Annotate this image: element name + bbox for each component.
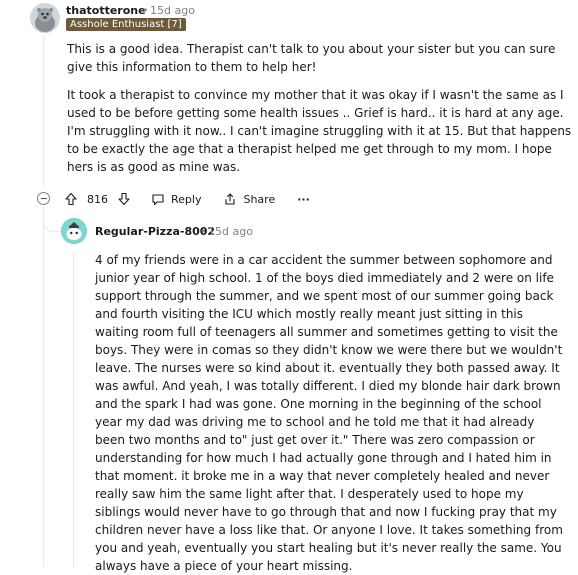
thread-branch-connector — [43, 207, 63, 232]
user-flair-badge: Asshole Enthusiast [7] — [66, 18, 186, 31]
snoo-avatar-icon — [61, 218, 87, 244]
comment-paragraph: It took a therapist to convince my mothe… — [67, 88, 572, 174]
share-icon — [225, 193, 236, 205]
otter-avatar-icon — [30, 3, 60, 33]
thread-line-parent-lower[interactable] — [43, 208, 44, 567]
more-options-button[interactable]: ··· — [297, 193, 310, 206]
vote-count: 816 — [87, 192, 108, 206]
comment-separator: • — [142, 4, 149, 17]
upvote-arrow-icon — [65, 192, 77, 206]
more-options-icon: ··· — [297, 192, 310, 206]
downvote-button[interactable] — [117, 192, 131, 206]
comment-bubble-icon — [152, 194, 164, 206]
comment-author[interactable]: Regular-Pizza-8002 — [95, 225, 215, 238]
upvote-button[interactable] — [64, 192, 78, 206]
comment-separator: • — [200, 225, 207, 238]
share-label: Share — [243, 192, 276, 206]
comment-timestamp[interactable]: 15d ago — [208, 225, 253, 238]
comment-paragraph: This is a good idea. Therapist can't tal… — [67, 42, 556, 74]
reply-button[interactable]: Reply — [151, 192, 201, 206]
reply-label: Reply — [171, 192, 202, 206]
share-button[interactable]: Share — [223, 192, 275, 206]
thread-line-parent[interactable] — [43, 36, 44, 186]
comment-action-bar: 816 Reply Share ··· — [64, 190, 310, 208]
user-avatar[interactable] — [30, 3, 60, 33]
thread-line-reply[interactable] — [73, 252, 74, 567]
collapse-thread-button[interactable] — [37, 192, 50, 205]
minus-icon — [40, 198, 47, 199]
reply-body: 4 of my friends were in a car accident t… — [95, 253, 563, 573]
comment-timestamp[interactable]: 15d ago — [150, 4, 195, 17]
user-avatar[interactable] — [61, 218, 87, 244]
comment-body: This is a good idea. Therapist can't tal… — [67, 40, 572, 186]
comment-author[interactable]: thatotterone — [66, 4, 146, 17]
downvote-arrow-icon — [118, 192, 130, 206]
